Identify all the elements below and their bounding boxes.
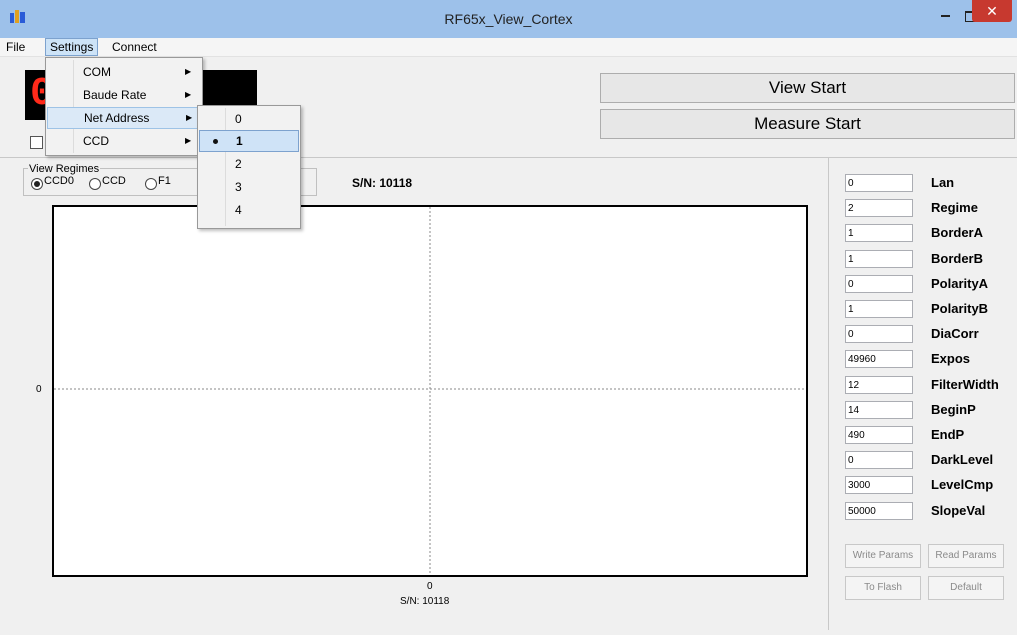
menu-connect[interactable]: Connect — [108, 39, 161, 55]
default-button[interactable]: Default — [928, 576, 1004, 600]
submenu-arrow-icon: ▶ — [185, 90, 192, 99]
menu-settings[interactable]: Settings — [45, 38, 99, 56]
radio-ccd[interactable] — [89, 178, 101, 190]
param-label-beginp: BeginP — [931, 402, 976, 417]
param-input-regime[interactable]: 2 — [845, 199, 913, 217]
param-label-polaritya: PolarityA — [931, 276, 989, 291]
param-label-levelcmp: LevelCmp — [931, 477, 994, 492]
net-address-option-4[interactable]: 4 — [199, 199, 297, 221]
param-input-filterwidth[interactable]: 12 — [845, 376, 913, 394]
param-label-bordera: BorderA — [931, 225, 984, 240]
menu-item-baude-rate[interactable]: Baude Rate ▶ — [47, 84, 199, 106]
menu-item-ccd[interactable]: CCD ▶ — [47, 130, 199, 152]
param-label-lan: Lan — [931, 175, 955, 190]
param-input-slopeval[interactable]: 50000 — [845, 502, 913, 520]
minimize-icon — [940, 15, 950, 18]
submenu-arrow-icon: ▶ — [185, 67, 192, 76]
param-label-darklevel: DarkLevel — [931, 452, 994, 467]
divider — [0, 157, 1017, 158]
param-label-diacorr: DiaCorr — [931, 326, 979, 341]
menu-bar: File Settings Connect — [0, 38, 1017, 57]
settings-menu: COM ▶ Baude Rate ▶ Net Address ▶ CCD ▶ — [45, 57, 203, 156]
serial-number-top: S/N: 10118 — [352, 176, 413, 190]
x-axis-zero-label: 0 — [427, 581, 433, 592]
measure-start-button[interactable]: Measure Start — [600, 109, 1015, 139]
param-input-borderb[interactable]: 1 — [845, 250, 913, 268]
param-label-regime: Regime — [931, 200, 978, 215]
radio-ccd0-label: CCD0 — [44, 175, 74, 187]
param-input-bordera[interactable]: 1 — [845, 224, 913, 242]
write-params-button[interactable]: Write Params — [845, 544, 921, 568]
net-address-option-2[interactable]: 2 — [199, 153, 297, 175]
net-address-option-label: 1 — [236, 134, 243, 148]
param-input-endp[interactable]: 490 — [845, 426, 913, 444]
submenu-arrow-icon: ▶ — [185, 136, 192, 145]
param-input-diacorr[interactable]: 0 — [845, 325, 913, 343]
checkbox[interactable] — [30, 136, 43, 149]
read-params-button[interactable]: Read Params — [928, 544, 1004, 568]
minimize-button[interactable] — [932, 4, 958, 26]
param-label-borderb: BorderB — [931, 251, 984, 266]
menu-item-com-label: COM — [83, 65, 111, 79]
y-axis-zero-label: 0 — [36, 384, 42, 395]
window-title: RF65x_View_Cortex — [444, 11, 573, 27]
radio-f1[interactable] — [145, 178, 157, 190]
submenu-arrow-icon: ▶ — [186, 113, 193, 122]
to-flash-button[interactable]: To Flash — [845, 576, 921, 600]
param-input-polaritya[interactable]: 0 — [845, 275, 913, 293]
title-bar: RF65x_View_Cortex ✕ — [0, 0, 1017, 39]
param-label-polarityb: PolarityB — [931, 301, 989, 316]
menu-item-net-address[interactable]: Net Address ▶ — [47, 107, 201, 129]
param-label-endp: EndP — [931, 427, 965, 442]
param-label-slopeval: SlopeVal — [931, 503, 986, 518]
net-address-option-0[interactable]: 0 — [199, 108, 297, 130]
param-input-beginp[interactable]: 14 — [845, 401, 913, 419]
panel-divider — [828, 158, 829, 630]
param-input-polarityb[interactable]: 1 — [845, 300, 913, 318]
net-address-option-1[interactable]: 1 — [199, 130, 299, 152]
radio-ccd-label: CCD — [102, 175, 126, 187]
net-address-option-label: 0 — [235, 112, 242, 126]
net-address-option-label: 2 — [235, 157, 242, 171]
net-address-option-label: 3 — [235, 180, 242, 194]
param-input-darklevel[interactable]: 0 — [845, 451, 913, 469]
radio-f1-label: F1 — [158, 175, 171, 187]
param-label-expos: Expos — [931, 351, 971, 366]
menu-item-com[interactable]: COM ▶ — [47, 61, 199, 83]
close-icon: ✕ — [986, 3, 998, 19]
radio-ccd0[interactable] — [31, 178, 43, 190]
plot-area — [52, 205, 808, 577]
plot-grid — [54, 207, 806, 575]
param-label-filterwidth: FilterWidth — [931, 377, 999, 392]
param-input-expos[interactable]: 49960 — [845, 350, 913, 368]
close-button[interactable]: ✕ — [972, 0, 1012, 22]
menu-item-baude-rate-label: Baude Rate — [83, 88, 147, 102]
menu-item-ccd-label: CCD — [83, 134, 109, 148]
menu-file[interactable]: File — [2, 39, 29, 55]
view-regimes-title: View Regimes — [28, 163, 101, 175]
menu-item-net-address-label: Net Address — [84, 111, 150, 125]
net-address-submenu: 0 1 2 3 4 — [197, 105, 301, 229]
net-address-option-label: 4 — [235, 203, 242, 217]
net-address-option-3[interactable]: 3 — [199, 176, 297, 198]
param-input-levelcmp[interactable]: 3000 — [845, 476, 913, 494]
serial-number-bottom: S/N: 10118 — [400, 596, 450, 607]
view-start-button[interactable]: View Start — [600, 73, 1015, 103]
param-input-lan[interactable]: 0 — [845, 174, 913, 192]
selected-bullet-icon — [213, 139, 218, 144]
